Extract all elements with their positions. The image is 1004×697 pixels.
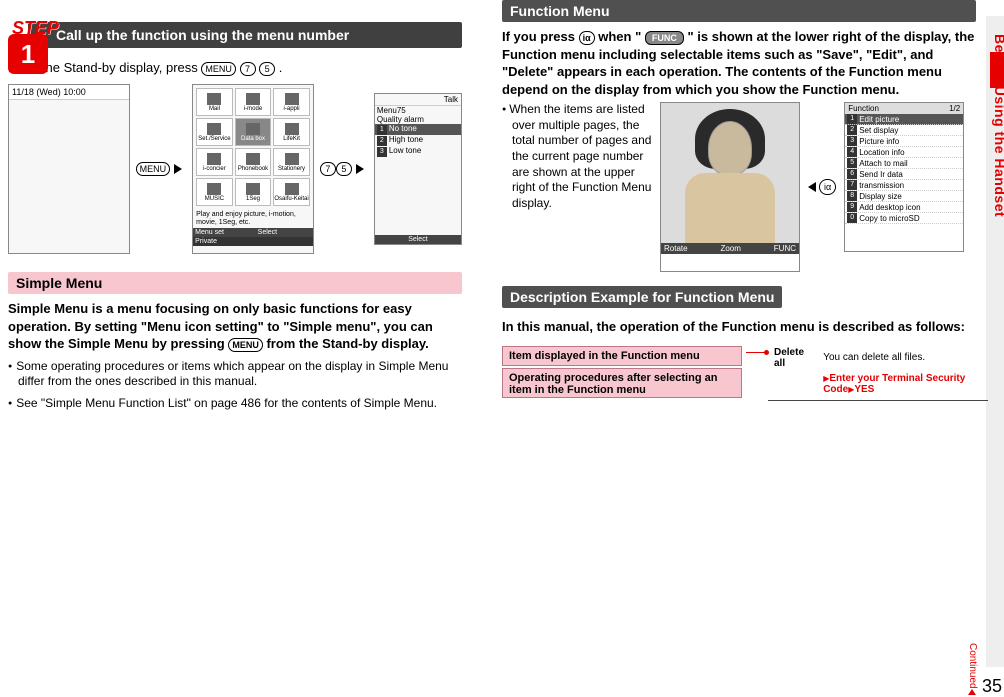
fmenu-item: 8Display size [845,191,963,202]
ialpha-key-icon: iα [819,179,836,195]
arrow-icon [174,164,182,174]
softkey-private: Private [195,238,217,245]
menu-icon: i-mode [235,88,272,116]
fmenu-item: 0Copy to microSD [845,213,963,224]
softkey-row-2: Private [193,237,313,246]
softkey-func: FUNC [774,244,796,253]
quality-alarm-screen: Talk Menu75 Quality alarm 1No tone 2High… [374,93,462,245]
menu-icon: MUSIC [196,178,233,206]
simple-menu-heading: Simple Menu [8,272,462,294]
key-7-icon: 7 [320,162,336,176]
page-number: 35 [982,676,1002,697]
simple-bullet-2: See "Simple Menu Function List" on page … [8,396,462,412]
main-menu-screen: Mail i-mode i-appli Set./Service Data bo… [192,84,314,254]
photo-softkey-row: Rotate Zoom FUNC [661,243,799,254]
softkey-zoom: Zoom [720,244,740,253]
continued-label: Continued [967,643,978,695]
person-face [708,121,752,175]
example-op-steps: ▶Enter your Terminal Security Code▶YES [819,372,974,396]
standby-screen: 11/18 (Wed) 10:00 [8,84,130,254]
example-divider [768,400,988,401]
menu-icon-grid: Mail i-mode i-appli Set./Service Data bo… [193,85,313,209]
person-body [685,173,775,243]
arrow-left-icon [808,182,816,192]
arrow-step-1: MENU [136,162,187,176]
function-menu-illustration: When the items are listed over multiple … [502,102,976,272]
fmenu-item: 5Attach to mail [845,158,963,169]
menu-title: Quality alarm [375,115,461,124]
step-number: 1 [8,34,48,74]
menu-icon: 1Seg [235,178,272,206]
photo-body [661,103,799,243]
step-header: STEP 1 Call up the function using the me… [8,22,462,48]
menu-icon: i-appli [273,88,310,116]
menu-item: 2High tone [375,135,461,146]
standby-time: 11/18 (Wed) 10:00 [9,85,129,100]
talk-header: Talk [375,94,461,106]
menu-icon: Phonebook [235,148,272,176]
ialpha-key-icon: iα [579,31,595,45]
simple-bullet-1: Some operating procedures or items which… [8,359,462,390]
example-op-desc: You can delete all files. [819,346,974,370]
menu-item: 3Low tone [375,146,461,157]
softkey-rotate: Rotate [664,244,688,253]
screen-sequence: 11/18 (Wed) 10:00 MENU Mail i-mode i-app… [8,84,462,254]
fmenu-item: 4Location info [845,147,963,158]
simple-menu-body: Simple Menu is a menu focusing on only b… [8,300,462,353]
standby-period: . [279,60,283,75]
function-note: When the items are listed over multiple … [502,102,652,272]
function-menu-screen: Function1/2 1Edit picture 2Set display 3… [844,102,964,252]
key-5-icon: 5 [336,162,352,176]
softkey-center: Select [258,229,277,236]
left-column: STEP 1 Call up the function using the me… [0,0,470,411]
example-label-item: Item displayed in the Function menu [502,346,742,366]
menu-icon: Set./Service [196,118,233,146]
fmenu-item: 6Send Ir data [845,169,963,180]
softkey-row: Menu set Select [193,228,313,237]
menu-icon: Osaifu-Keitai [273,178,310,206]
fmenu-item: 7 transmission [845,180,963,191]
menu-item-selected: 1No tone [375,124,461,135]
photo-display-screen: Rotate Zoom FUNC [660,102,800,272]
menu-key-icon: MENU [228,338,263,352]
fmenu-item: 2Set display [845,125,963,136]
menu-icon: LifeKit [273,118,310,146]
continued-arrow-icon [968,689,976,695]
example-table: Delete all You can delete all files. ▶En… [768,344,976,398]
menu-number: Menu75 [375,106,461,115]
menu-icon-selected: Data box [235,118,272,146]
fmenu-item: 3Picture info [845,136,963,147]
softkey-row: Select [375,235,461,244]
menu-icon: Stationery [273,148,310,176]
example-label-operation: Operating procedures after selecting an … [502,368,742,398]
description-intro: In this manual, the operation of the Fun… [502,318,976,336]
menu-caption: Play and enjoy picture, i-motion, movie,… [193,209,313,228]
menu-key-icon: MENU [201,62,236,76]
key-5-icon: 5 [259,62,275,76]
key-7-icon: 7 [240,62,256,76]
func-tag-icon: FUNC [645,31,684,45]
function-menu-header: Function1/2 [845,103,963,114]
menu-key-icon: MENU [136,162,171,176]
step-title: Call up the function using the menu numb… [28,22,462,48]
example-diagram: Item displayed in the Function menu Oper… [502,346,976,401]
arrow-step-2: 7 5 [320,162,368,176]
fmenu-item-selected: 1Edit picture [845,114,963,125]
example-op-name: Delete all [770,346,817,370]
standby-instruction: From the Stand-by display, press MENU 7 … [8,60,462,76]
function-menu-heading: Function Menu [502,0,976,22]
right-column: Function Menu If you press iα when " FUN… [494,0,984,411]
description-example-heading: Description Example for Function Menu [502,286,782,308]
arrow-icon [356,164,364,174]
fmenu-item: 9Add desktop icon [845,202,963,213]
function-menu-intro: If you press iα when " FUNC " is shown a… [502,28,976,98]
side-section-title: Before Using the Handset [992,34,1004,217]
leader-line [746,352,766,353]
ialpha-arrow: iα [808,102,836,272]
softkey-left: Menu set [195,229,224,236]
menu-icon: i-concier [196,148,233,176]
menu-icon: Mail [196,88,233,116]
